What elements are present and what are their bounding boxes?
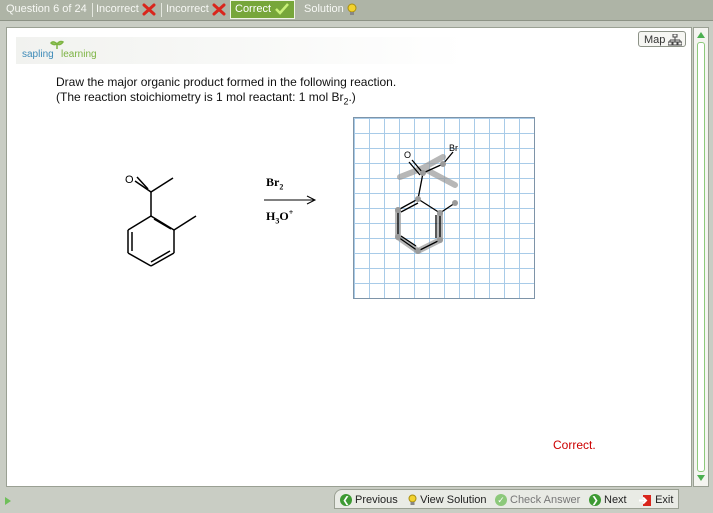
product-bromine-label: Br xyxy=(449,143,458,153)
attempt-3-label: Correct xyxy=(235,3,272,15)
check-answer-label: Check Answer xyxy=(510,494,581,506)
reactant-structure: O xyxy=(125,174,197,267)
view-solution-button[interactable]: View Solution xyxy=(408,492,487,508)
question-text-line-2: (The reaction stoichiometry is 1 mol rea… xyxy=(56,90,356,107)
check-answer-button[interactable]: ✓ Check Answer xyxy=(495,492,580,508)
vertical-scrollbar[interactable] xyxy=(693,27,709,487)
structure-drawing-canvas[interactable]: O Br xyxy=(353,117,535,299)
next-button[interactable]: ❯ Next xyxy=(589,492,627,508)
scrollbar-thumb[interactable] xyxy=(697,42,705,472)
lightbulb-icon xyxy=(347,3,357,15)
scroll-up-icon[interactable] xyxy=(696,31,706,39)
attempt-tab-1[interactable]: Incorrect xyxy=(92,0,162,19)
reactant-oxygen-label: O xyxy=(125,174,134,186)
incorrect-x-icon xyxy=(142,3,156,16)
solution-label: Solution xyxy=(304,3,344,15)
question-text-line-1: Draw the major organic product formed in… xyxy=(56,75,397,89)
product-structure: O Br xyxy=(395,143,458,254)
exit-button[interactable]: Exit xyxy=(638,492,673,508)
view-solution-label: View Solution xyxy=(420,494,487,506)
exit-door-icon xyxy=(639,494,651,506)
previous-label: Previous xyxy=(355,494,398,506)
previous-button[interactable]: ❮ Previous xyxy=(340,492,398,508)
logo-text-learning: learning xyxy=(61,49,97,60)
reagent-bottom: H3O+ xyxy=(266,208,294,226)
map-label: Map xyxy=(644,34,666,46)
product-oxygen-label: O xyxy=(404,150,411,160)
play-arrow-icon[interactable] xyxy=(4,496,12,506)
next-arrow-icon: ❯ xyxy=(589,494,601,507)
attempt-1-label: Incorrect xyxy=(96,3,139,15)
feedback-message: Correct. xyxy=(553,438,596,452)
reagent-top: Br2 xyxy=(266,175,284,192)
next-label: Next xyxy=(604,494,627,506)
question-counter[interactable]: Question 6 of 24 xyxy=(2,0,93,19)
sapling-logo: sapling learning xyxy=(16,37,466,64)
lightbulb-icon xyxy=(408,494,417,506)
question-counter-label: Question 6 of 24 xyxy=(6,3,87,15)
attempt-tab-3[interactable]: Correct xyxy=(230,0,296,19)
attempt-2-label: Incorrect xyxy=(166,3,209,15)
logo-text-sapling: sapling xyxy=(22,49,54,60)
scroll-down-icon[interactable] xyxy=(696,474,706,482)
check-icon: ✓ xyxy=(495,494,507,507)
reaction-arrow-icon xyxy=(264,195,317,205)
question-nav-bar: Question 6 of 24 Incorrect Incorrect Cor… xyxy=(0,0,713,21)
attempt-tab-2[interactable]: Incorrect xyxy=(162,0,230,19)
exit-label: Exit xyxy=(655,494,674,506)
map-button[interactable]: Map xyxy=(638,31,686,47)
solution-tab[interactable]: Solution xyxy=(300,0,361,19)
sitemap-icon xyxy=(668,34,683,46)
incorrect-x-icon xyxy=(212,3,226,16)
checkmark-icon xyxy=(275,3,290,15)
question-panel: sapling learning Map Draw the major orga… xyxy=(6,27,692,487)
previous-arrow-icon: ❮ xyxy=(340,494,352,507)
